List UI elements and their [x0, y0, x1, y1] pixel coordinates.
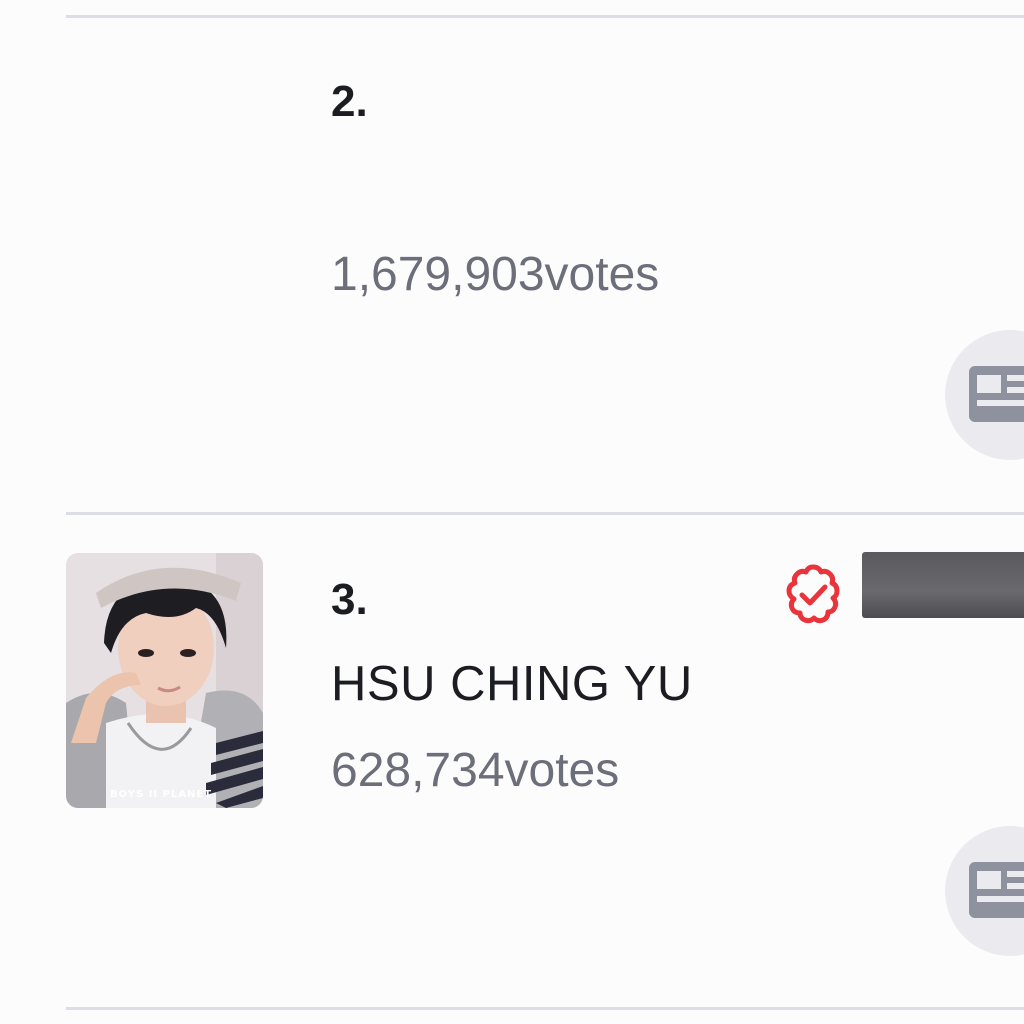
vote-count: 1,679,903votes	[331, 248, 660, 301]
news-icon	[969, 862, 1024, 918]
contestant-photo[interactable]: BOYS II PLANET	[66, 553, 263, 808]
verified-badge-icon	[786, 564, 840, 624]
news-button[interactable]	[945, 826, 1024, 956]
ranking-page: 2. 1,679,903votes BOYS II PLANET 3. HSU …	[0, 0, 1024, 1024]
redacted-block	[862, 552, 1024, 618]
news-button[interactable]	[945, 330, 1024, 460]
news-icon	[969, 366, 1024, 422]
top-divider	[66, 15, 1024, 18]
contestant-name: HSU CHING YU	[331, 657, 693, 711]
vote-count: 628,734votes	[331, 744, 620, 797]
photo-watermark: BOYS II PLANET	[110, 789, 213, 800]
rank-number: 3.	[331, 575, 368, 624]
contestant-photo-image	[66, 553, 263, 808]
rank-number: 2.	[331, 77, 368, 126]
bottom-divider	[66, 1007, 1024, 1010]
row-divider	[66, 512, 1024, 515]
